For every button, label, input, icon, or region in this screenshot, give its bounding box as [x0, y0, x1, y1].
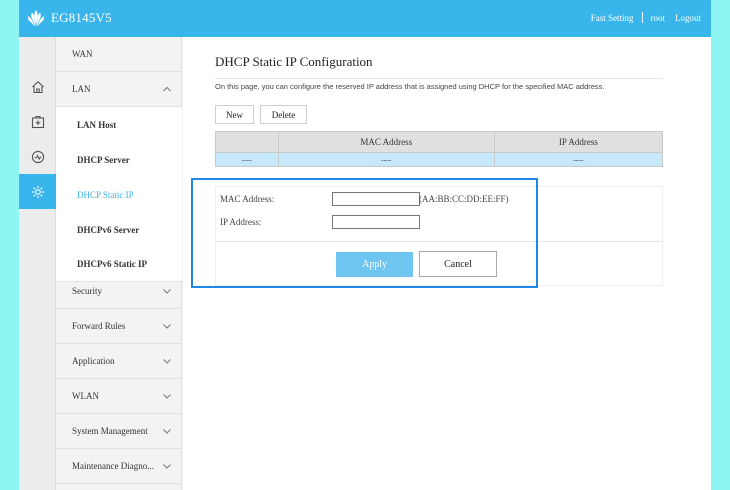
table-header: MAC Address IP Address: [215, 131, 663, 153]
top-links: Fast Setting root Logout: [591, 12, 701, 23]
sidebar-item-dhcp-static-ip[interactable]: DHCP Static IP: [56, 177, 182, 212]
sidebar-item-label: DHCPv6 Server: [77, 224, 140, 235]
rail-advanced[interactable]: [19, 104, 56, 139]
table-cell: ----: [216, 153, 279, 166]
sidebar-item-label: Security: [72, 286, 102, 296]
sidebar-item-system-management[interactable]: System Management: [56, 414, 182, 449]
sidebar-item-label: WAN: [72, 49, 93, 59]
ip-address-input[interactable]: [332, 215, 420, 229]
top-bar: EG8145V5 Fast Setting root Logout: [19, 0, 711, 37]
sidebar-item-dhcpv6-server[interactable]: DHCPv6 Server: [56, 212, 182, 247]
new-button[interactable]: New: [215, 105, 254, 124]
table-header-cell: MAC Address: [279, 132, 495, 152]
mac-format-hint: (AA:BB:CC:DD:EE:FF): [419, 194, 509, 204]
page-description: On this page, you can configure the rese…: [215, 82, 605, 91]
sidebar-item-wan[interactable]: WAN: [56, 37, 182, 72]
sidebar-item-label: Application: [72, 356, 115, 366]
page-title: DHCP Static IP Configuration: [215, 54, 373, 69]
chevron-down-icon: [163, 429, 171, 434]
mac-address-input[interactable]: [332, 192, 420, 206]
sidebar-item-lan-host[interactable]: LAN Host: [56, 107, 182, 142]
sidebar-item-label: LAN: [72, 84, 91, 94]
table-header-cell: IP Address: [558, 137, 598, 147]
medical-box-icon: [31, 115, 44, 128]
chevron-down-icon: [163, 394, 171, 399]
static-ip-form: MAC Address: (AA:BB:CC:DD:EE:FF) IP Addr…: [215, 186, 663, 286]
sidebar-item-forward-rules[interactable]: Forward Rules: [56, 309, 182, 344]
home-icon: [31, 80, 44, 93]
sidebar-item-application[interactable]: Application: [56, 344, 182, 379]
device-model: EG8145V5: [51, 10, 112, 25]
divider: [641, 12, 643, 23]
app-frame: EG8145V5 Fast Setting root Logout WAN LA…: [19, 0, 711, 490]
divider: [215, 78, 663, 79]
chevron-down-icon: [163, 464, 171, 469]
chevron-up-icon: [163, 86, 171, 92]
sidebar-item-dhcp-server[interactable]: DHCP Server: [56, 142, 182, 177]
sidebar-nav: WAN LAN LAN Host DHCP Server DHCP Static…: [56, 37, 182, 490]
sidebar-item-maintenance-diagnosis[interactable]: Maintenance Diagno...: [56, 449, 182, 484]
fast-setting-link[interactable]: Fast Setting: [591, 13, 634, 23]
rail-home[interactable]: [19, 69, 56, 104]
sidebar-item-security[interactable]: Security: [56, 274, 182, 309]
sidebar-item-wlan[interactable]: WLAN: [56, 379, 182, 414]
user-name[interactable]: root: [651, 13, 666, 23]
static-ip-table: MAC Address IP Address ---- ---- ----: [215, 131, 663, 167]
sidebar-item-label: LAN Host: [77, 119, 117, 130]
icon-rail: [19, 37, 56, 490]
logout-link[interactable]: Logout: [675, 13, 701, 23]
table-row[interactable]: ---- ---- ----: [215, 153, 663, 167]
sidebar-item-label: System Management: [72, 426, 148, 436]
apply-button[interactable]: Apply: [336, 252, 413, 277]
sidebar-item-label: DHCP Static IP: [77, 189, 134, 200]
table-cell: ----: [573, 155, 584, 164]
rail-status[interactable]: [19, 139, 56, 174]
main-content: DHCP Static IP Configuration On this pag…: [183, 37, 711, 490]
sidebar-item-label: DHCP Server: [77, 154, 130, 165]
rail-settings[interactable]: [19, 174, 56, 209]
sidebar-item-label: Forward Rules: [72, 321, 126, 331]
cancel-button[interactable]: Cancel: [419, 251, 497, 277]
divider: [216, 241, 662, 242]
chevron-down-icon: [163, 324, 171, 329]
gauge-icon: [31, 150, 44, 163]
gear-icon: [31, 185, 44, 198]
mac-address-label: MAC Address:: [220, 194, 275, 204]
sidebar-item-label: Maintenance Diagno...: [72, 461, 154, 471]
chevron-down-icon: [163, 359, 171, 364]
chevron-down-icon: [163, 289, 171, 294]
sidebar-item-label: WLAN: [72, 391, 99, 401]
table-cell: ----: [279, 153, 495, 166]
huawei-logo-icon: [27, 10, 45, 27]
sidebar-item-lan[interactable]: LAN: [56, 72, 182, 107]
ip-address-label: IP Address:: [220, 217, 262, 227]
sidebar-item-label: DHCPv6 Static IP: [77, 259, 147, 269]
table-header-cell: [216, 132, 279, 152]
delete-button[interactable]: Delete: [260, 105, 307, 124]
